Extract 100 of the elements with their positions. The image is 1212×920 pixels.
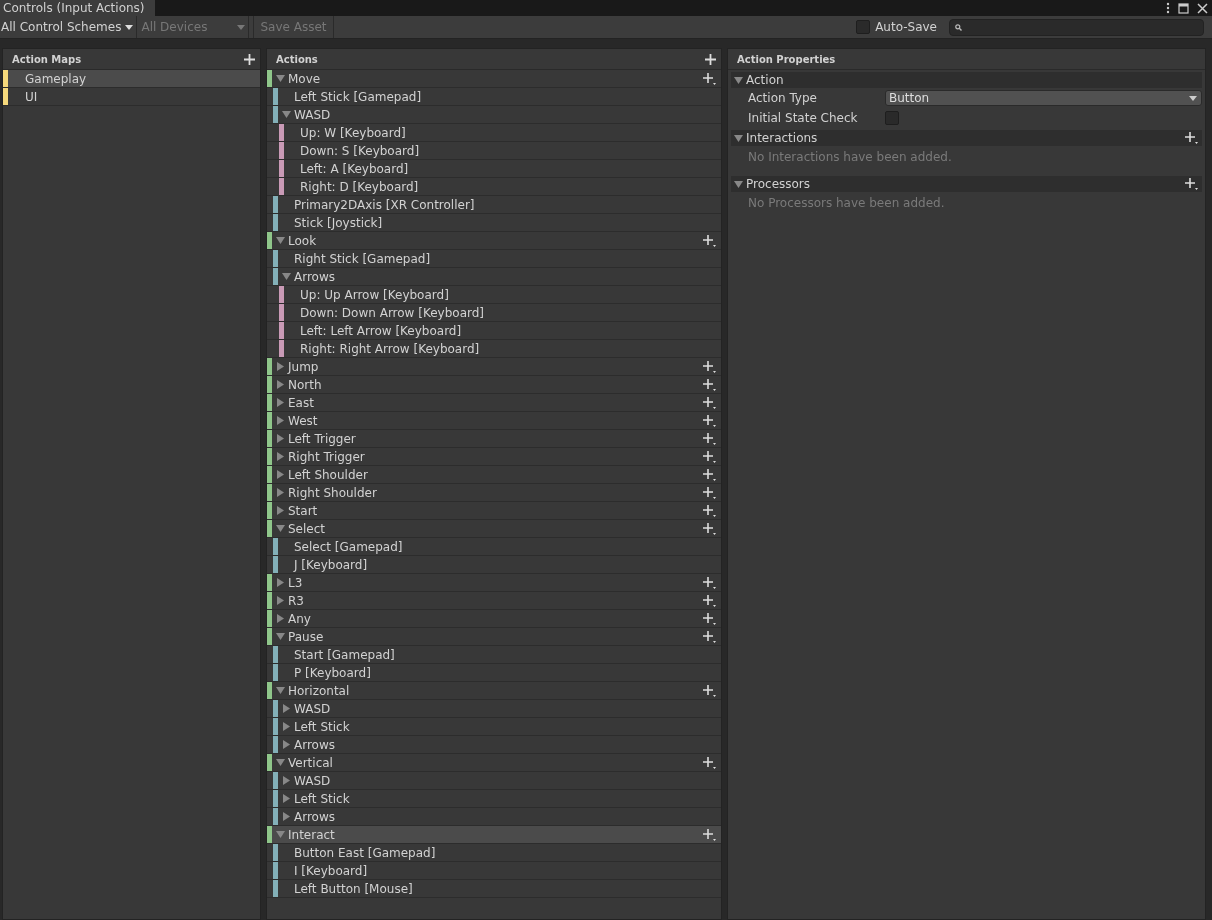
binding-item[interactable]: Button East [Gamepad] bbox=[267, 844, 721, 862]
action-item[interactable]: Horizontal bbox=[267, 682, 721, 700]
add-binding-icon[interactable] bbox=[703, 756, 716, 769]
binding-item[interactable]: Down: Down Arrow [Keyboard] bbox=[267, 304, 721, 322]
collapsed-arrow-icon[interactable] bbox=[275, 578, 285, 587]
binding-item[interactable]: J [Keyboard] bbox=[267, 556, 721, 574]
collapsed-arrow-icon[interactable] bbox=[275, 398, 285, 407]
collapsed-arrow-icon[interactable] bbox=[281, 740, 291, 749]
collapsed-arrow-icon[interactable] bbox=[281, 722, 291, 731]
binding-item[interactable]: Right: Right Arrow [Keyboard] bbox=[267, 340, 721, 358]
collapsed-arrow-icon[interactable] bbox=[275, 614, 285, 623]
binding-item[interactable]: Down: S [Keyboard] bbox=[267, 142, 721, 160]
action-item[interactable]: Interact bbox=[267, 826, 721, 844]
add-binding-icon[interactable] bbox=[703, 504, 716, 517]
maximize-icon[interactable] bbox=[1178, 2, 1189, 14]
binding-item[interactable]: Up: W [Keyboard] bbox=[267, 124, 721, 142]
collapsed-arrow-icon[interactable] bbox=[281, 776, 291, 785]
action-map-item[interactable]: Gameplay bbox=[3, 70, 260, 88]
collapsed-arrow-icon[interactable] bbox=[281, 812, 291, 821]
collapsed-arrow-icon[interactable] bbox=[275, 470, 285, 479]
action-item[interactable]: Start bbox=[267, 502, 721, 520]
control-scheme-dropdown[interactable]: All Control Schemes bbox=[0, 16, 138, 38]
binding-item[interactable]: Left Stick [Gamepad] bbox=[267, 88, 721, 106]
add-icon[interactable] bbox=[244, 53, 255, 65]
collapsed-arrow-icon[interactable] bbox=[275, 362, 285, 371]
expanded-arrow-icon[interactable] bbox=[275, 830, 285, 839]
add-binding-icon[interactable] bbox=[703, 234, 716, 247]
search-field[interactable] bbox=[949, 18, 1204, 36]
collapsed-arrow-icon[interactable] bbox=[275, 506, 285, 515]
binding-item[interactable]: Arrows bbox=[267, 736, 721, 754]
action-item[interactable]: Right Shoulder bbox=[267, 484, 721, 502]
expanded-arrow-icon[interactable] bbox=[275, 632, 285, 641]
add-binding-icon[interactable] bbox=[703, 828, 716, 841]
add-binding-icon[interactable] bbox=[703, 630, 716, 643]
action-item[interactable]: Select bbox=[267, 520, 721, 538]
action-item[interactable]: Pause bbox=[267, 628, 721, 646]
expanded-arrow-icon[interactable] bbox=[275, 524, 285, 533]
action-item[interactable]: Right Trigger bbox=[267, 448, 721, 466]
binding-item[interactable]: Stick [Joystick] bbox=[267, 214, 721, 232]
binding-item[interactable]: P [Keyboard] bbox=[267, 664, 721, 682]
add-binding-icon[interactable] bbox=[703, 72, 716, 85]
expanded-arrow-icon[interactable] bbox=[734, 75, 743, 85]
add-binding-icon[interactable] bbox=[703, 414, 716, 427]
expanded-arrow-icon[interactable] bbox=[734, 133, 743, 143]
binding-item[interactable]: WASD bbox=[267, 700, 721, 718]
binding-item[interactable]: Left: A [Keyboard] bbox=[267, 160, 721, 178]
binding-item[interactable]: WASD bbox=[267, 106, 721, 124]
collapsed-arrow-icon[interactable] bbox=[281, 794, 291, 803]
section-header[interactable]: Processors bbox=[731, 176, 1202, 192]
binding-item[interactable]: Arrows bbox=[267, 808, 721, 826]
window-title[interactable]: Controls (Input Actions) bbox=[0, 0, 155, 16]
section-header[interactable]: Interactions bbox=[731, 130, 1202, 146]
action-item[interactable]: R3 bbox=[267, 592, 721, 610]
add-binding-icon[interactable] bbox=[703, 378, 716, 391]
add-binding-icon[interactable] bbox=[703, 450, 716, 463]
action-item[interactable]: Vertical bbox=[267, 754, 721, 772]
action-item[interactable]: Left Trigger bbox=[267, 430, 721, 448]
add-icon[interactable] bbox=[1185, 132, 1198, 144]
binding-item[interactable]: Right Stick [Gamepad] bbox=[267, 250, 721, 268]
add-binding-icon[interactable] bbox=[703, 396, 716, 409]
section-header[interactable]: Action bbox=[731, 72, 1202, 88]
action-item[interactable]: Look bbox=[267, 232, 721, 250]
binding-item[interactable]: Left Stick bbox=[267, 790, 721, 808]
expanded-arrow-icon[interactable] bbox=[275, 758, 285, 767]
add-binding-icon[interactable] bbox=[703, 468, 716, 481]
expanded-arrow-icon[interactable] bbox=[275, 74, 285, 83]
add-binding-icon[interactable] bbox=[703, 486, 716, 499]
binding-item[interactable]: Primary2DAxis [XR Controller] bbox=[267, 196, 721, 214]
add-binding-icon[interactable] bbox=[703, 360, 716, 373]
action-map-item[interactable]: UI bbox=[3, 88, 260, 106]
binding-item[interactable]: Right: D [Keyboard] bbox=[267, 178, 721, 196]
binding-item[interactable]: I [Keyboard] bbox=[267, 862, 721, 880]
binding-item[interactable]: Select [Gamepad] bbox=[267, 538, 721, 556]
binding-item[interactable]: Up: Up Arrow [Keyboard] bbox=[267, 286, 721, 304]
action-item[interactable]: L3 bbox=[267, 574, 721, 592]
binding-item[interactable]: Left Stick bbox=[267, 718, 721, 736]
action-item[interactable]: East bbox=[267, 394, 721, 412]
more-options-icon[interactable] bbox=[1166, 2, 1170, 14]
action-item[interactable]: North bbox=[267, 376, 721, 394]
expanded-arrow-icon[interactable] bbox=[281, 272, 291, 281]
collapsed-arrow-icon[interactable] bbox=[275, 452, 285, 461]
add-binding-icon[interactable] bbox=[703, 612, 716, 625]
action-type-dropdown[interactable]: Button bbox=[885, 90, 1202, 106]
add-binding-icon[interactable] bbox=[703, 432, 716, 445]
expanded-arrow-icon[interactable] bbox=[281, 110, 291, 119]
add-binding-icon[interactable] bbox=[703, 684, 716, 697]
action-item[interactable]: Move bbox=[267, 70, 721, 88]
expanded-arrow-icon[interactable] bbox=[275, 686, 285, 695]
add-binding-icon[interactable] bbox=[703, 594, 716, 607]
initial-state-checkbox[interactable] bbox=[885, 111, 899, 125]
action-item[interactable]: Left Shoulder bbox=[267, 466, 721, 484]
add-binding-icon[interactable] bbox=[703, 522, 716, 535]
binding-item[interactable]: Left Button [Mouse] bbox=[267, 880, 721, 898]
collapsed-arrow-icon[interactable] bbox=[275, 434, 285, 443]
auto-save-checkbox[interactable] bbox=[856, 20, 871, 34]
collapsed-arrow-icon[interactable] bbox=[281, 704, 291, 713]
expanded-arrow-icon[interactable] bbox=[734, 179, 743, 189]
close-icon[interactable] bbox=[1197, 2, 1208, 14]
collapsed-arrow-icon[interactable] bbox=[275, 380, 285, 389]
action-item[interactable]: West bbox=[267, 412, 721, 430]
